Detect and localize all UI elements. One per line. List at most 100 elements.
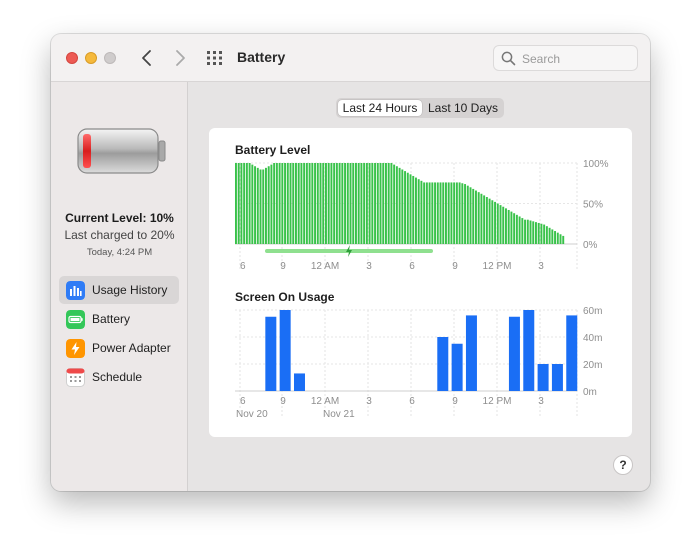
battery-bar xyxy=(420,180,423,244)
battery-window: Battery Search Current Level: 10% Last c… xyxy=(51,34,650,491)
forward-arrow-icon[interactable] xyxy=(170,48,190,68)
battery-bar xyxy=(327,163,330,244)
y-tick-label: 60m xyxy=(583,306,602,317)
battery-bar xyxy=(461,183,464,244)
usage-bar xyxy=(551,364,563,391)
usage-bar xyxy=(265,316,277,391)
battery-bar xyxy=(502,206,505,244)
battery-bar xyxy=(551,229,554,244)
y-tick-label: 0% xyxy=(583,240,598,251)
battery-bar xyxy=(393,164,396,244)
battery-bar xyxy=(335,163,338,244)
battery-bar xyxy=(491,200,494,244)
date-label: Nov 20 xyxy=(236,409,268,420)
battery-bar xyxy=(319,163,322,244)
charts-panel: Battery Level Screen On Usage 100% 50% 0% 6… xyxy=(209,128,632,437)
battery-bar xyxy=(469,187,472,244)
usage-bar xyxy=(537,364,549,391)
battery-bar xyxy=(417,179,420,244)
battery-bar xyxy=(344,163,347,244)
battery-bar xyxy=(305,163,308,244)
bar-chart-icon xyxy=(66,281,85,300)
battery-bar xyxy=(292,163,295,244)
usage-bar xyxy=(279,310,291,391)
battery-bar xyxy=(535,222,537,244)
battery-bar xyxy=(423,182,426,244)
sidebar-item-power-adapter[interactable]: Power Adapter xyxy=(59,334,179,362)
x-tick-label: 9 xyxy=(452,396,458,407)
battery-bar xyxy=(425,182,428,244)
sidebar-item-label: Power Adapter xyxy=(92,341,171,355)
battery-bar xyxy=(436,182,439,244)
battery-bar xyxy=(398,167,401,244)
battery-bar xyxy=(371,163,374,244)
x-tick-label: 6 xyxy=(409,396,415,407)
battery-bar xyxy=(401,169,404,244)
battery-bar xyxy=(453,182,456,244)
usage-bar xyxy=(451,343,463,391)
battery-bar xyxy=(439,182,442,244)
tab-last-10-days[interactable]: Last 10 Days xyxy=(424,100,502,116)
battery-bar xyxy=(303,163,306,244)
battery-icon xyxy=(66,310,85,329)
title-bar: Battery Search xyxy=(51,34,650,82)
battery-bar xyxy=(556,232,559,244)
battery-bar xyxy=(330,163,333,244)
battery-bar xyxy=(543,224,546,244)
battery-bar xyxy=(355,163,357,244)
x-tick-label: 12 PM xyxy=(483,261,512,272)
sidebar-item-battery[interactable]: Battery xyxy=(59,305,179,333)
calendar-icon xyxy=(66,368,85,387)
x-tick-label: 9 xyxy=(452,261,458,272)
x-tick-label: 9 xyxy=(280,261,286,272)
battery-bar xyxy=(352,163,355,244)
usage-bar xyxy=(508,316,520,391)
battery-bar xyxy=(466,185,469,244)
back-arrow-icon[interactable] xyxy=(137,48,157,68)
charts-canvas: 100% 50% 0% 6 9 12 AM 3 6 9 12 PM 3 60m 40m 20m 0m 6 9 12… xyxy=(235,159,609,420)
battery-bar xyxy=(243,163,246,244)
battery-bar xyxy=(404,171,407,244)
zoom-button[interactable] xyxy=(104,52,116,64)
battery-bar xyxy=(559,234,562,244)
battery-bar xyxy=(562,235,565,244)
battery-bar xyxy=(458,182,461,244)
usage-bar xyxy=(566,315,578,391)
current-level: Current Level: 10% xyxy=(65,211,174,225)
battery-bar xyxy=(254,166,257,244)
x-tick-label: 6 xyxy=(409,261,415,272)
battery-bar xyxy=(237,163,240,244)
battery-bar xyxy=(505,208,507,244)
sidebar-item-usage-history[interactable]: Usage History xyxy=(59,276,179,304)
battery-bar xyxy=(390,163,393,244)
battery-bar xyxy=(267,166,270,244)
battery-bar xyxy=(346,163,349,244)
battery-bar xyxy=(447,182,450,244)
battery-bar xyxy=(262,169,265,244)
battery-bar xyxy=(409,174,412,244)
close-button[interactable] xyxy=(66,52,78,64)
battery-bar xyxy=(333,163,336,244)
battery-bar xyxy=(485,197,488,244)
battery-bar xyxy=(415,177,417,244)
battery-bar xyxy=(300,163,303,244)
search-field[interactable]: Search xyxy=(493,45,638,71)
battery-bar xyxy=(510,211,513,244)
show-all-grid-icon[interactable] xyxy=(206,50,224,66)
x-tick-label: 6 xyxy=(240,396,246,407)
battery-bar xyxy=(297,163,300,244)
battery-bar xyxy=(387,163,390,244)
battery-bar xyxy=(532,221,535,244)
battery-bar xyxy=(235,163,237,244)
battery-bar xyxy=(278,163,281,244)
tab-last-24-hours[interactable]: Last 24 Hours xyxy=(338,100,422,116)
minimize-button[interactable] xyxy=(85,52,97,64)
battery-level-icon xyxy=(77,128,166,174)
help-button[interactable]: ? xyxy=(613,455,633,475)
battery-bar xyxy=(475,190,477,244)
battery-bar xyxy=(480,193,483,244)
lightning-icon xyxy=(66,339,85,358)
battery-bar xyxy=(265,167,267,244)
sidebar-item-schedule[interactable]: Schedule xyxy=(59,363,179,391)
search-placeholder: Search xyxy=(522,52,561,66)
